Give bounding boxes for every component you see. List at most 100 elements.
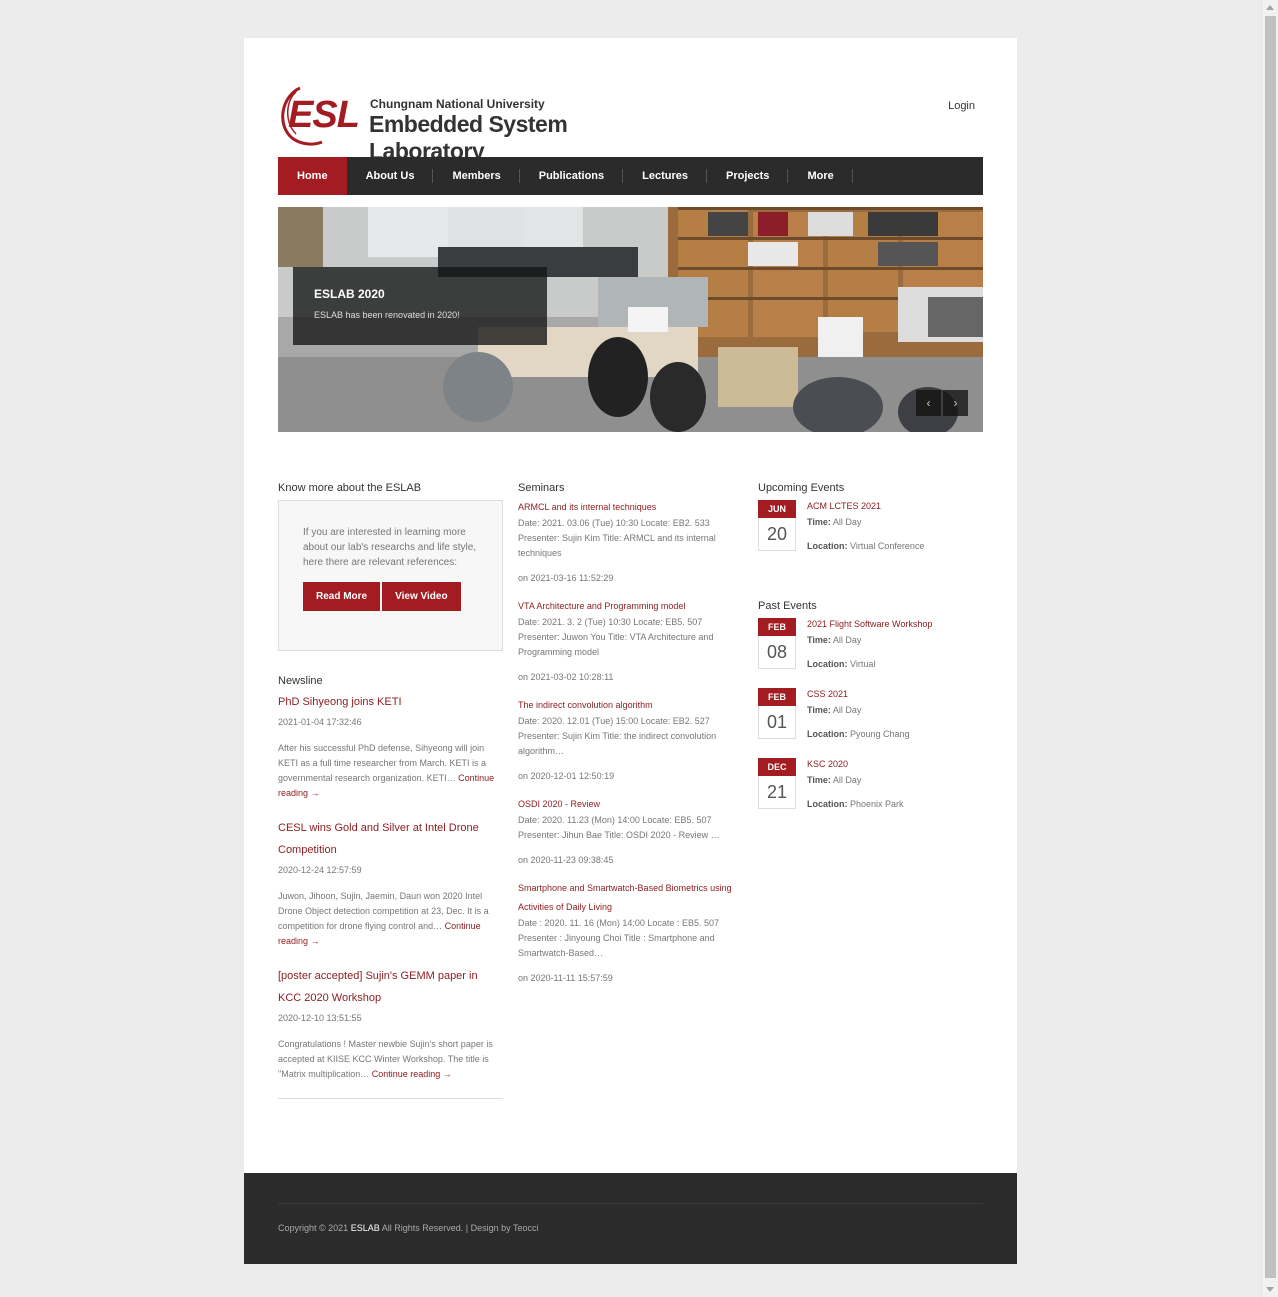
event-calendar-badge: FEB 08 <box>758 618 796 669</box>
past-events-heading: Past Events <box>758 600 817 612</box>
seminar-item: OSDI 2020 - Review Date: 2020. 11.23 (Mo… <box>518 794 743 865</box>
footer-brand[interactable]: ESLAB <box>351 1223 380 1233</box>
seminar-title-link[interactable]: Smartphone and Smartwatch-Based Biometri… <box>518 883 732 912</box>
time-label: Time: <box>807 775 831 785</box>
slide-title: ESLAB 2020 <box>314 287 385 301</box>
event-info: 2021 Flight Software Workshop Time: All … <box>807 618 932 669</box>
page-scrollbar[interactable] <box>1261 0 1278 1297</box>
nav-home[interactable]: Home <box>278 157 347 195</box>
location-value: Virtual Conference <box>850 541 925 551</box>
event-info: CSS 2021 Time: All Day Location: Pyoung … <box>807 688 910 739</box>
event-day: 08 <box>758 636 796 669</box>
nav-more[interactable]: More <box>788 157 854 195</box>
event-title-link[interactable]: ACM LCTES 2021 <box>807 501 881 511</box>
view-video-button[interactable]: View Video <box>382 582 461 611</box>
site-logo[interactable]: ESL Chungnam National University Embedde… <box>278 84 658 164</box>
seminar-title-link[interactable]: The indirect convolution algorithm <box>518 700 653 710</box>
nav-projects[interactable]: Projects <box>707 157 789 195</box>
hero-slider[interactable]: ESLAB 2020 ESLAB has been renovated in 2… <box>278 207 983 432</box>
news-body: After his successful PhD defense, Sihyeo… <box>278 741 503 801</box>
news-title-link[interactable]: PhD Sihyeong joins KETI <box>278 696 402 708</box>
seminar-body: Date: 2021. 3. 2 (Tue) 10:30 Locate: EB5… <box>518 617 714 657</box>
event-calendar-badge: FEB 01 <box>758 688 796 739</box>
upcoming-events-heading: Upcoming Events <box>758 482 845 494</box>
news-title-link[interactable]: [poster accepted] Sujin's GEMM paper in … <box>278 970 478 1004</box>
event-location: Location: Phoenix Park <box>807 799 904 809</box>
time-value: All Day <box>832 705 862 715</box>
scroll-up-arrow-icon[interactable] <box>1266 5 1274 10</box>
news-date: 2020-12-10 13:51:55 <box>278 1013 362 1023</box>
event-title-link[interactable]: CSS 2021 <box>807 689 848 699</box>
news-title-link[interactable]: CESL wins Gold and Silver at Intel Drone… <box>278 822 479 856</box>
slide-caption: ESLAB 2020 ESLAB has been renovated in 2… <box>293 267 547 345</box>
slide-prev-icon[interactable]: ‹ <box>916 390 941 416</box>
event-item: FEB 08 2021 Flight Software Workshop Tim… <box>758 618 983 688</box>
scrollbar-thumb[interactable] <box>1265 16 1276 1278</box>
event-day: 01 <box>758 706 796 739</box>
news-item: PhD Sihyeong joins KETI 2021-01-04 17:32… <box>278 691 503 801</box>
university-name: Chungnam National University <box>370 97 545 111</box>
event-day: 21 <box>758 776 796 809</box>
seminar-date: on 2020-11-11 15:57:59 <box>518 973 613 983</box>
news-body: Juwon, Jihoon, Sujin, Jaemin, Daun won 2… <box>278 889 503 949</box>
slide-subtitle: ESLAB has been renovated in 2020! <box>314 310 460 320</box>
event-item: FEB 01 CSS 2021 Time: All Day Location: … <box>758 688 983 758</box>
seminar-body: Date: 2020. 11.23 (Mon) 14:00 Locate: EB… <box>518 815 720 840</box>
nav-about-us[interactable]: About Us <box>347 157 434 195</box>
time-value: All Day <box>832 635 862 645</box>
time-value: All Day <box>832 775 862 785</box>
seminar-title-link[interactable]: VTA Architecture and Programming model <box>518 601 685 611</box>
footer-divider <box>278 1203 983 1204</box>
read-more-button[interactable]: Read More <box>303 582 381 611</box>
event-calendar-badge: DEC 21 <box>758 758 796 809</box>
event-title-link[interactable]: 2021 Flight Software Workshop <box>807 619 932 629</box>
location-value: Pyoung Chang <box>850 729 910 739</box>
event-info: KSC 2020 Time: All Day Location: Phoenix… <box>807 758 904 809</box>
event-title-link[interactable]: KSC 2020 <box>807 759 848 769</box>
slide-next-icon[interactable]: › <box>943 390 968 416</box>
location-label: Location: <box>807 541 848 551</box>
seminar-date: on 2020-11-23 09:38:45 <box>518 855 614 865</box>
seminar-title-link[interactable]: OSDI 2020 - Review <box>518 799 600 809</box>
seminar-body: Date: 2020. 12.01 (Tue) 15:00 Locate: EB… <box>518 716 717 756</box>
event-month: FEB <box>758 688 796 706</box>
divider <box>278 1098 503 1099</box>
event-calendar-badge: JUN 20 <box>758 500 796 551</box>
seminar-item: VTA Architecture and Programming model D… <box>518 596 743 682</box>
seminar-body: Date : 2020. 11. 16 (Mon) 14:00 Locate :… <box>518 918 719 958</box>
location-value: Virtual <box>850 659 876 669</box>
time-label: Time: <box>807 705 831 715</box>
nav-members[interactable]: Members <box>433 157 521 195</box>
seminar-title-link[interactable]: ARMCL and its internal techniques <box>518 502 656 512</box>
event-month: JUN <box>758 500 796 518</box>
event-item: DEC 21 KSC 2020 Time: All Day Location: … <box>758 758 983 828</box>
seminar-date: on 2021-03-02 10:28:11 <box>518 672 614 682</box>
location-label: Location: <box>807 659 848 669</box>
event-day: 20 <box>758 518 796 551</box>
know-more-heading: Know more about the ESLAB <box>278 482 422 494</box>
seminar-item: Smartphone and Smartwatch-Based Biometri… <box>518 878 743 983</box>
news-item: CESL wins Gold and Silver at Intel Drone… <box>278 817 503 949</box>
copyright-prefix: Copyright © 2021 <box>278 1223 349 1233</box>
slide-controls: ‹ › <box>916 390 968 416</box>
scroll-down-arrow-icon[interactable] <box>1266 1287 1274 1292</box>
seminar-date: on 2020-12-01 12:50:19 <box>518 771 615 781</box>
seminar-body: Date: 2021. 03.06 (Tue) 10:30 Locate: EB… <box>518 518 716 558</box>
news-item: [poster accepted] Sujin's GEMM paper in … <box>278 965 503 1082</box>
event-item: JUN 20 ACM LCTES 2021 Time: All Day Loca… <box>758 500 983 570</box>
event-time: Time: All Day <box>807 775 904 785</box>
know-more-column: Know more about the ESLAB If you are int… <box>278 482 503 1099</box>
nav-publications[interactable]: Publications <box>520 157 624 195</box>
seminars-column: Seminars ARMCL and its internal techniqu… <box>518 482 743 996</box>
continue-reading-link[interactable]: Continue reading → <box>372 1069 452 1079</box>
seminar-date: on 2021-03-16 11:52:29 <box>518 573 614 583</box>
login-link[interactable]: Login <box>948 100 975 112</box>
event-location: Location: Virtual Conference <box>807 541 924 551</box>
know-more-box: If you are interested in learning more a… <box>278 500 503 651</box>
time-label: Time: <box>807 517 831 527</box>
newsline-heading: Newsline <box>278 675 323 687</box>
seminar-item: The indirect convolution algorithm Date:… <box>518 695 743 781</box>
nav-lectures[interactable]: Lectures <box>623 157 707 195</box>
main-nav: Home About Us Members Publications Lectu… <box>278 157 983 195</box>
page-container: ESL Chungnam National University Embedde… <box>244 38 1017 1264</box>
